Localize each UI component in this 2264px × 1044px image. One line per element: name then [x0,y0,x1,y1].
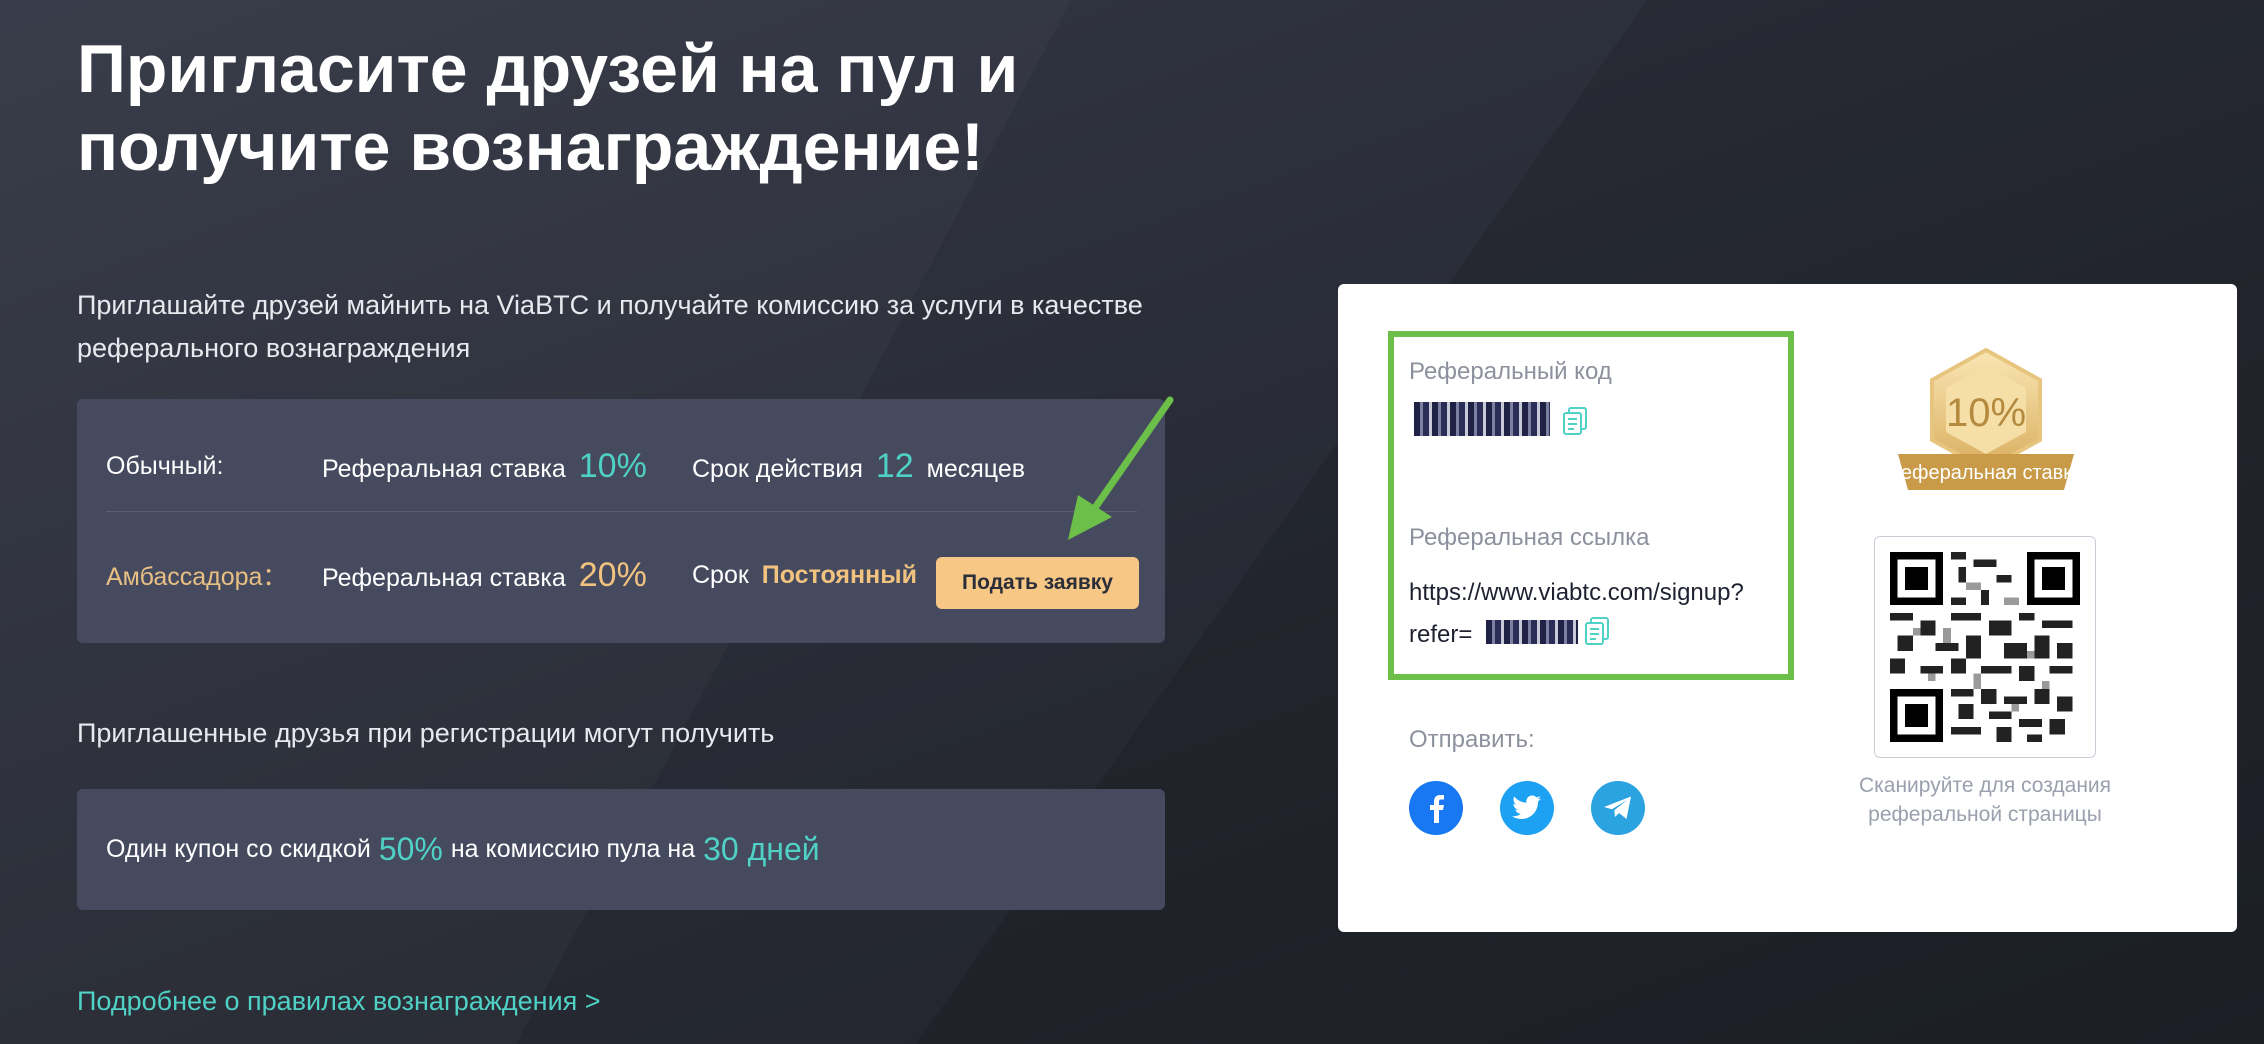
regular-term-value: 12 [875,446,914,485]
twitter-icon [1512,795,1541,819]
coupon-duration: 30 дней [703,831,820,867]
copy-link-icon[interactable] [1584,616,1610,646]
ambassador-term-label: Срок [692,560,749,589]
telegram-icon [1604,796,1631,819]
regular-rate-value: 10% [578,446,647,485]
referral-code-value [1414,402,1550,436]
apply-button[interactable]: Подать заявку [936,557,1139,609]
referral-card: Реферальный код Реферальная ссылка https… [1338,284,2237,932]
regular-term-unit: месяцев [926,454,1026,483]
referral-link-line-1: https://www.viabtc.com/signup? [1409,579,1744,606]
ambassador-rate-value: 20% [578,555,647,594]
ambassador-rate-label: Реферальная ставка [322,563,566,592]
intro-text: Приглашайте друзей майнить на ViaBTC и п… [77,290,1143,363]
coupon-panel: Один купон со скидкой 50% на комиссию пу… [77,789,1165,910]
badge-ribbon-text: Реферальная ставка [1892,462,2080,484]
coupon-prefix: Один купон со скидкой [106,835,371,863]
copy-code-icon[interactable] [1562,406,1588,436]
telegram-share-button[interactable] [1591,781,1645,835]
referral-link-label: Реферальная ссылка [1409,524,1650,551]
regular-rate: Реферальная ставка 10% [322,447,692,486]
referral-rate-badge: 10% Реферальная ставка [1892,347,2080,490]
regular-label: Обычный: [106,451,224,480]
page-title-line-1: Пригласите друзей на пул и [77,31,1019,107]
ambassador-term-value: Постоянный [761,560,917,589]
ambassador-term: Срок Постоянный [692,561,917,590]
qr-caption: Сканируйте для создания реферальной стра… [1858,774,2112,826]
twitter-share-button[interactable] [1500,781,1554,835]
facebook-icon [1430,795,1444,823]
page-title: Пригласите друзей на пул и получите возн… [77,30,1177,186]
regular-rate-row: Обычный: Реферальная ставка 10% Срок дей… [106,421,1137,512]
coupon-discount: 50% [378,831,443,867]
share-label: Отправить: [1409,726,1535,753]
facebook-share-button[interactable] [1409,781,1463,835]
ambassador-label: Амбассадора： [106,563,288,591]
qr-code-frame [1874,536,2096,758]
page-title-line-2: получите вознаграждение! [77,109,984,185]
badge-percent: 10% [1946,391,2026,435]
regular-term-label: Срок действия [692,454,863,483]
ambassador-rate: Реферальная ставка 20% [322,556,692,595]
friends-benefit-title: Приглашенные друзья при регистрации могу… [77,718,775,748]
referral-link-code [1486,620,1578,644]
reward-rules-link[interactable]: Подробнее о правилах вознаграждения > [77,986,601,1017]
regular-term: Срок действия 12 месяцев [692,447,1025,486]
referral-code-label: Реферальный код [1409,358,1612,385]
regular-rate-label: Реферальная ставка [322,454,566,483]
qr-code [1890,552,2080,742]
coupon-middle: на комиссию пула на [450,835,696,863]
